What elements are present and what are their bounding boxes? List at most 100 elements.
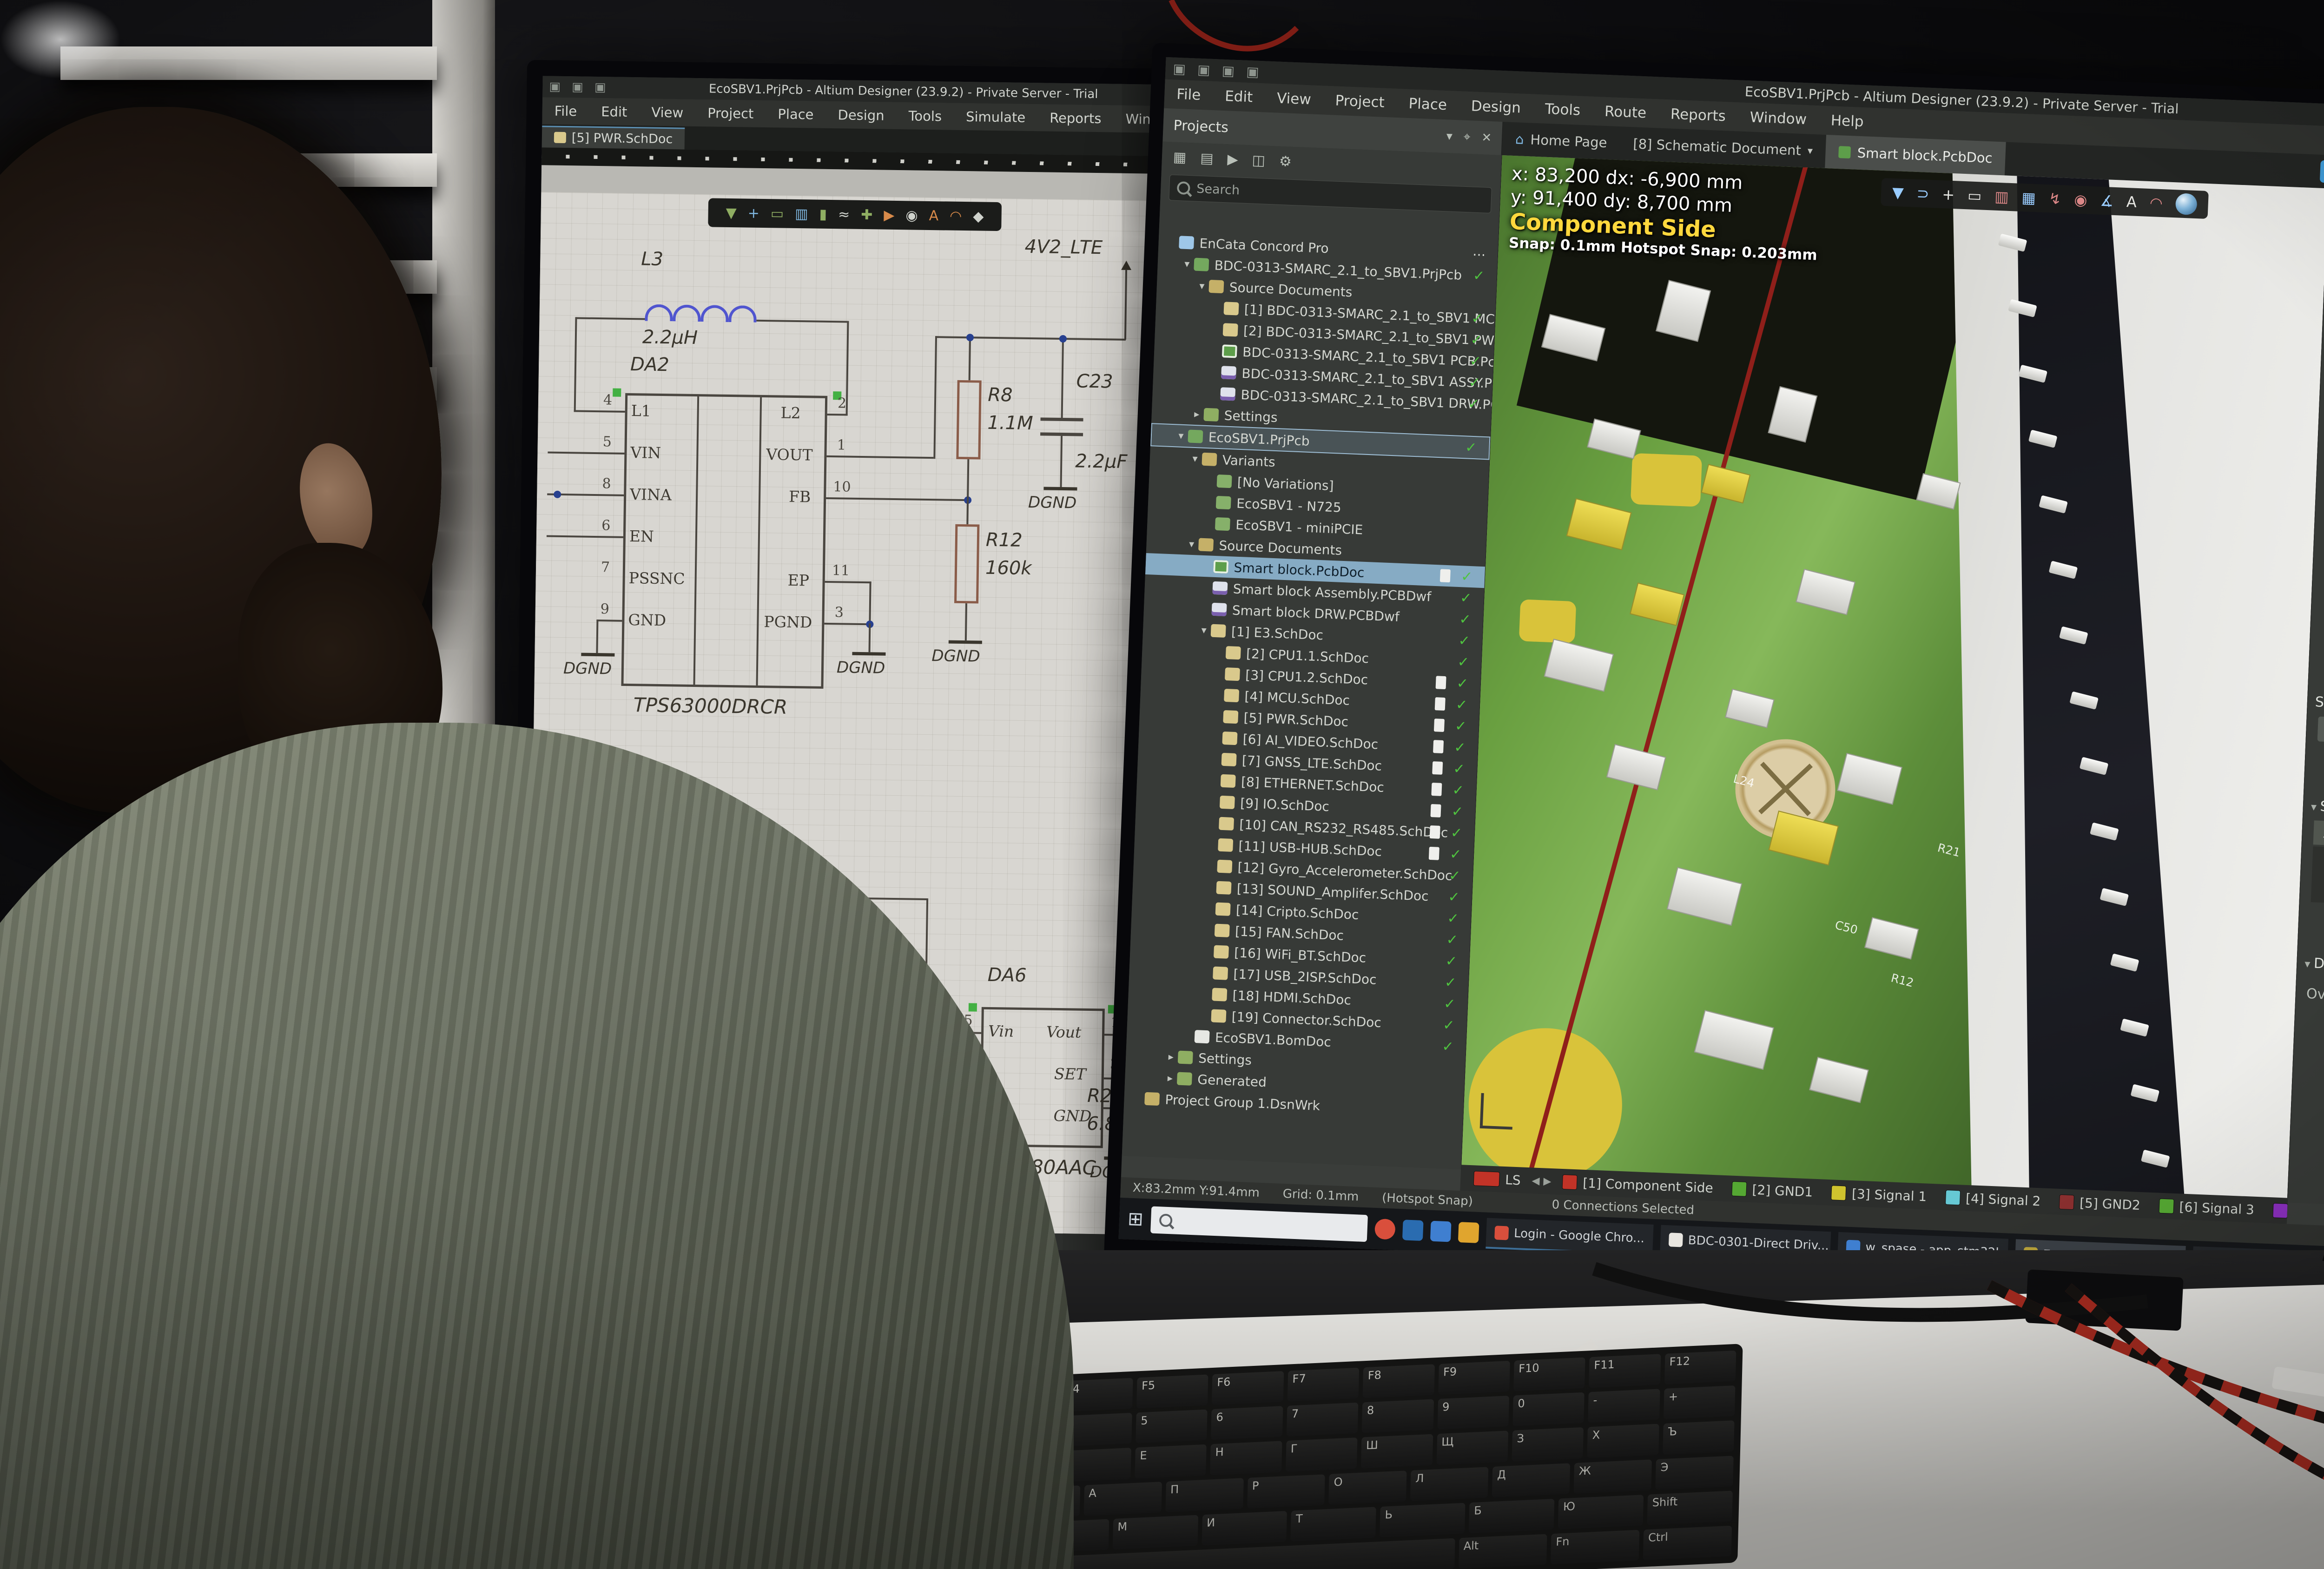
key-f5[interactable]: F5 (1136, 1374, 1208, 1408)
tree-expander[interactable]: ▾ (1184, 538, 1199, 550)
grid-icon[interactable]: ▥ (795, 205, 808, 222)
layer-tab[interactable]: [3] Signal 1 (1823, 1180, 1934, 1210)
menu-item-project[interactable]: Project (1323, 92, 1397, 111)
settings-icon[interactable]: ⚙ (1279, 153, 1292, 170)
menu-item-tools[interactable]: Tools (1532, 100, 1593, 119)
designator-da6[interactable]: DA6 (988, 964, 1027, 986)
value-l3[interactable]: 2.2µH (642, 326, 698, 349)
arc-icon[interactable]: ◠ (2149, 194, 2163, 212)
folder-icon[interactable] (1458, 1222, 1479, 1243)
key-ш[interactable]: Ш (1361, 1434, 1433, 1468)
menu-item-design[interactable]: Design (825, 107, 897, 124)
menu-item-file[interactable]: File (1164, 86, 1213, 104)
net-label-4v2-lte[interactable]: 4V2_LTE (1024, 236, 1103, 258)
key-т[interactable]: Т (1291, 1507, 1376, 1542)
menu-item-edit[interactable]: Edit (1213, 87, 1265, 106)
tree-expander[interactable]: ▾ (1180, 258, 1194, 270)
key-р[interactable]: Р (1247, 1474, 1325, 1509)
chrome-icon[interactable] (1374, 1218, 1395, 1239)
key-ж[interactable]: Ж (1574, 1459, 1652, 1494)
menu-item-tools[interactable]: Tools (896, 108, 954, 125)
key-а[interactable]: А (1083, 1482, 1162, 1516)
key-г[interactable]: Г (1286, 1437, 1358, 1471)
start-button[interactable]: ⊞ (1127, 1208, 1143, 1230)
view-sphere-icon[interactable] (2175, 193, 2198, 215)
vscode-icon[interactable] (1430, 1220, 1451, 1242)
panel-pin-icon[interactable]: ⌖ (1463, 130, 1471, 145)
move-icon[interactable]: + (748, 205, 760, 221)
menu-item-simulate[interactable]: Simulate (954, 109, 1038, 126)
tree-expander[interactable]: ▾ (1195, 280, 1209, 292)
more-icon[interactable]: ⋯ (1472, 246, 1486, 262)
menu-item-view[interactable]: View (639, 104, 695, 121)
component-r12[interactable] (954, 524, 979, 604)
menu-item-file[interactable]: File (542, 103, 589, 119)
layer-tab[interactable]: [5] GND2 (2051, 1188, 2148, 1218)
key-f9[interactable]: F9 (1438, 1361, 1510, 1395)
text-icon[interactable]: A (929, 207, 938, 224)
key-f7[interactable]: F7 (1287, 1368, 1359, 1402)
menu-item-help[interactable]: Help (1818, 112, 1876, 131)
key-ъ[interactable]: Ъ (1663, 1421, 1735, 1455)
filter-icon[interactable]: ▼ (1892, 184, 1904, 202)
menu-item-view[interactable]: View (1264, 89, 1323, 108)
layer-tab[interactable]: [4] Signal 2 (1937, 1184, 2048, 1214)
key-н[interactable]: Н (1210, 1441, 1282, 1475)
key-0[interactable]: 0 (1512, 1392, 1585, 1426)
magnet-icon[interactable]: ⊃ (1916, 185, 1929, 203)
document-icon[interactable]: ▤ (1200, 150, 1214, 166)
key-ь[interactable]: Ь (1380, 1503, 1465, 1537)
probe-icon[interactable]: ◉ (2074, 191, 2087, 209)
key-м[interactable]: М (1112, 1515, 1198, 1549)
wire-icon[interactable]: ▮ (819, 206, 827, 222)
arc-icon[interactable]: ◠ (950, 208, 962, 224)
designator-r8[interactable]: R8 (988, 384, 1013, 406)
key-f11[interactable]: F11 (1589, 1354, 1661, 1388)
key-и[interactable]: И (1202, 1511, 1287, 1546)
menu-item-project[interactable]: Project (695, 105, 766, 122)
folder-icon[interactable]: ◫ (1252, 152, 1266, 169)
key-6[interactable]: 6 (1211, 1406, 1283, 1440)
windows-search-input[interactable] (1150, 1206, 1368, 1242)
poly-icon[interactable]: ◆ (973, 208, 984, 224)
key-э[interactable]: Э (1655, 1456, 1733, 1490)
key-f10[interactable]: F10 (1513, 1358, 1585, 1391)
designator-c23[interactable]: C23 (1076, 370, 1113, 392)
menu-item-place[interactable]: Place (1396, 95, 1459, 114)
key-8[interactable]: 8 (1362, 1399, 1434, 1433)
buy-now-button[interactable]: Buy Now (2320, 160, 2324, 186)
text-icon[interactable]: A (2126, 193, 2137, 211)
menu-item-edit[interactable]: Edit (589, 104, 640, 120)
key-alt[interactable]: Alt (1459, 1534, 1547, 1569)
run-icon[interactable]: ▶ (884, 207, 895, 223)
panel-close-icon[interactable]: ✕ (1481, 131, 1492, 145)
key-shift[interactable]: Shift (1647, 1490, 1733, 1525)
designator-l3[interactable]: L3 (641, 248, 663, 270)
key-о[interactable]: О (1329, 1470, 1407, 1505)
tree-expander[interactable]: ▸ (1164, 1051, 1178, 1063)
key-л[interactable]: Л (1410, 1467, 1488, 1501)
source-tab[interactable]: Server (2317, 716, 2324, 746)
next-layer-icon[interactable]: ▶ (1543, 1175, 1552, 1187)
explorer-icon[interactable] (1402, 1220, 1423, 1241)
wire-icon[interactable]: ↯ (2048, 190, 2061, 208)
menu-item-design[interactable]: Design (1459, 97, 1533, 117)
key-fn[interactable]: Fn (1551, 1530, 1639, 1565)
pcb-3d-viewport[interactable]: x: 83,200 dx: -6,900 mm y: 91,400 dy: 8,… (1461, 155, 2324, 1203)
part-number-tps63000[interactable]: TPS63000DRCR (634, 693, 788, 719)
key--[interactable]: - (1588, 1389, 1660, 1423)
tree-expander[interactable]: ▸ (1163, 1072, 1177, 1084)
place-icon[interactable]: ✚ (861, 206, 873, 223)
menu-item-reports[interactable]: Reports (1658, 105, 1738, 125)
crosshair-icon[interactable]: + (1942, 185, 1955, 204)
section-snap-points[interactable]: Snap Points (2311, 798, 2324, 818)
layer-tab[interactable]: [7] PWR (2265, 1197, 2288, 1224)
layer-set-tab[interactable]: LS (1466, 1165, 1529, 1193)
net-icon[interactable]: ≈ (838, 206, 850, 223)
chip-icon[interactable]: ▦ (2021, 189, 2036, 207)
key-5[interactable]: 5 (1136, 1410, 1208, 1444)
component-r8[interactable] (956, 380, 981, 460)
select-icon[interactable]: ▭ (771, 205, 784, 222)
layer-tab[interactable]: [2] GND1 (1724, 1175, 1821, 1205)
prev-layer-icon[interactable]: ◀ (1532, 1175, 1540, 1187)
